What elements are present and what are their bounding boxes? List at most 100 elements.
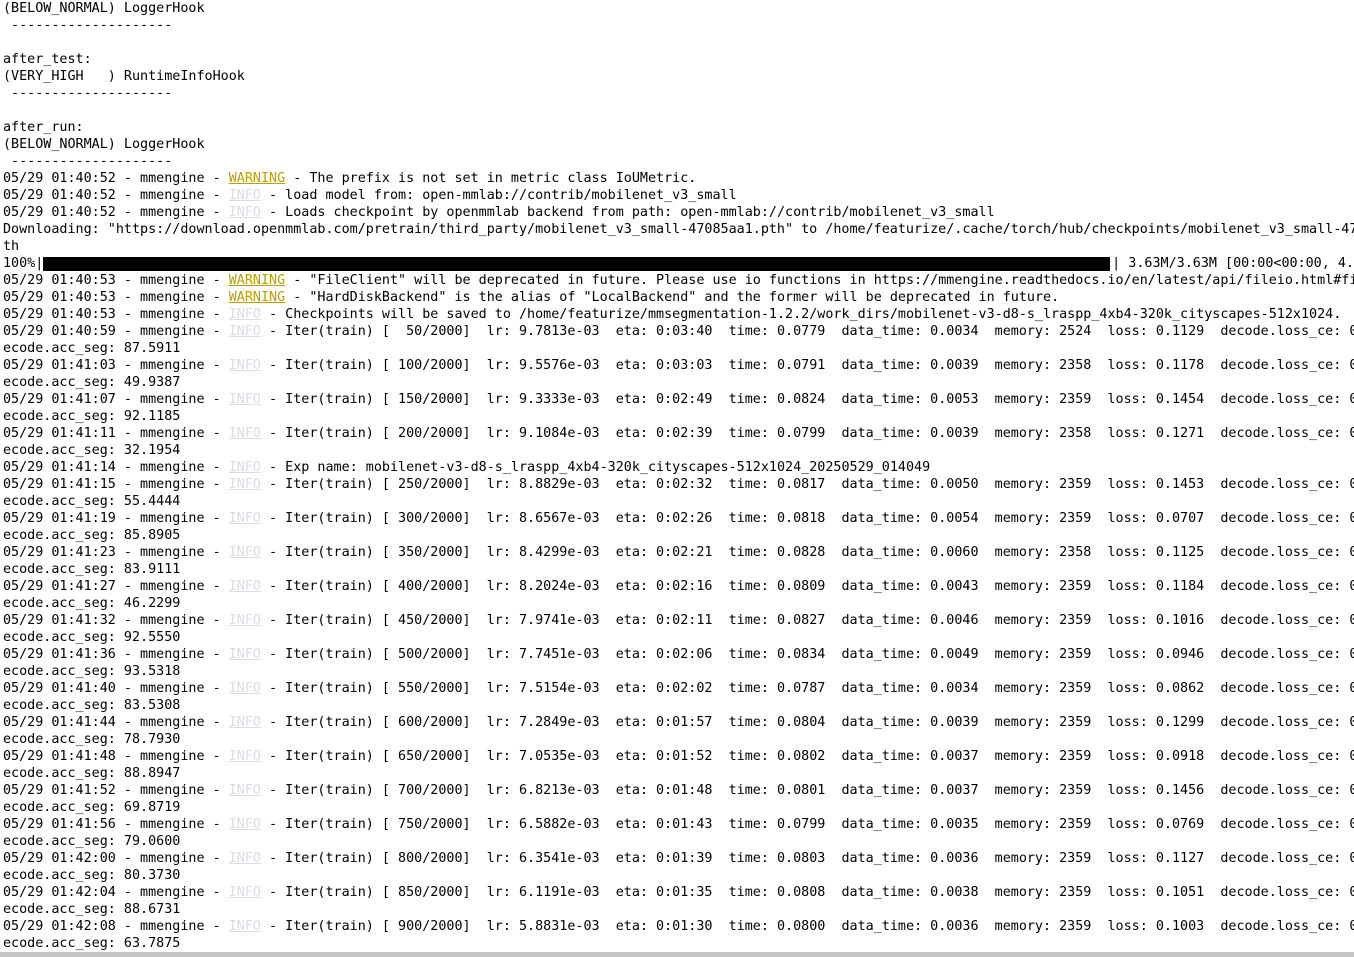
iter-log-line: 05/29 01:41:07 - mmengine - INFO - Iter(… <box>3 391 1354 408</box>
log-level-info: INFO <box>228 545 261 560</box>
download-progress: 100%| | 3.63M/3.63M [00:00<00:00, 4. <box>3 255 1354 272</box>
acc-seg-value: ecode.acc_seg: 92.5550 <box>3 630 181 645</box>
log-level-info: INFO <box>228 919 261 934</box>
iter-metrics: - Iter(train) [ 50/2000] lr: 9.7813e-03 … <box>261 324 1354 339</box>
acc-seg-line: ecode.acc_seg: 92.1185 <box>3 408 1354 425</box>
iter-metrics: - Iter(train) [ 850/2000] lr: 6.1191e-03… <box>261 885 1354 900</box>
acc-seg-line: ecode.acc_seg: 80.3730 <box>3 867 1354 884</box>
pre-download-logs: 05/29 01:40:52 - mmengine - WARNING - Th… <box>3 170 1354 221</box>
log-source: - mmengine - <box>115 307 229 322</box>
acc-seg-value: ecode.acc_seg: 88.6731 <box>3 902 181 917</box>
acc-seg-value: ecode.acc_seg: 87.5911 <box>3 341 181 356</box>
log-timestamp: 05/29 01:41:27 <box>3 579 116 594</box>
log-source: - mmengine - <box>115 817 229 832</box>
post-download-logs: 05/29 01:40:53 - mmengine - WARNING - "F… <box>3 272 1354 323</box>
log-timestamp: 05/29 01:40:53 <box>3 290 116 305</box>
log-line: 05/29 01:41:14 - mmengine - INFO - Exp n… <box>3 459 1354 476</box>
terminal-output[interactable]: (BELOW_NORMAL) LoggerHook --------------… <box>0 0 1354 952</box>
log-level-info: INFO <box>228 188 261 203</box>
iter-log-line: 05/29 01:41:52 - mmengine - INFO - Iter(… <box>3 782 1354 799</box>
log-source: - mmengine - <box>115 171 229 186</box>
log-line: 05/29 01:40:53 - mmengine - WARNING - "H… <box>3 289 1354 306</box>
log-source: - mmengine - <box>115 358 229 373</box>
log-timestamp: 05/29 01:41:36 <box>3 647 116 662</box>
log-timestamp: 05/29 01:41:32 <box>3 613 116 628</box>
log-source: - mmengine - <box>115 324 229 339</box>
acc-seg-value: ecode.acc_seg: 49.9387 <box>3 375 181 390</box>
log-level-warning: WARNING <box>228 171 286 186</box>
acc-seg-line: ecode.acc_seg: 79.0600 <box>3 833 1354 850</box>
log-timestamp: 05/29 01:40:53 <box>3 273 116 288</box>
log-message: - "FileClient" will be deprecated in fut… <box>285 273 1354 288</box>
log-source: - mmengine - <box>115 290 229 305</box>
acc-seg-value: ecode.acc_seg: 46.2299 <box>3 596 181 611</box>
progress-bar <box>43 256 1111 271</box>
iter-log-line: 05/29 01:41:15 - mmengine - INFO - Iter(… <box>3 476 1354 493</box>
log-source: - mmengine - <box>115 749 229 764</box>
acc-seg-line: ecode.acc_seg: 49.9387 <box>3 374 1354 391</box>
iter-log-line: 05/29 01:41:36 - mmengine - INFO - Iter(… <box>3 646 1354 663</box>
log-level-info: INFO <box>228 307 261 322</box>
log-timestamp: 05/29 01:41:11 <box>3 426 116 441</box>
log-line: 05/29 01:40:52 - mmengine - WARNING - Th… <box>3 170 1354 187</box>
terminal-line: after_test: <box>3 52 92 67</box>
log-timestamp: 05/29 01:41:48 <box>3 749 116 764</box>
log-level-info: INFO <box>228 579 261 594</box>
iter-metrics: - Iter(train) [ 450/2000] lr: 7.9741e-03… <box>261 613 1354 628</box>
acc-seg-value: ecode.acc_seg: 83.5308 <box>3 698 181 713</box>
log-timestamp: 05/29 01:40:52 <box>3 188 116 203</box>
terminal-line: (VERY_HIGH ) RuntimeInfoHook <box>3 69 245 84</box>
log-level-info: INFO <box>228 511 261 526</box>
horizontal-scrollbar[interactable] <box>0 952 1354 957</box>
log-source: - mmengine - <box>115 715 229 730</box>
log-timestamp: 05/29 01:42:00 <box>3 851 116 866</box>
download-line: Downloading: "https://download.openmmlab… <box>3 222 1354 237</box>
terminal-line: (BELOW_NORMAL) LoggerHook <box>3 137 205 152</box>
log-source: - mmengine - <box>115 273 229 288</box>
log-source: - mmengine - <box>115 392 229 407</box>
acc-seg-line: ecode.acc_seg: 46.2299 <box>3 595 1354 612</box>
log-source: - mmengine - <box>115 477 229 492</box>
iter-metrics: - Iter(train) [ 750/2000] lr: 6.5882e-03… <box>261 817 1354 832</box>
acc-seg-line: ecode.acc_seg: 88.6731 <box>3 901 1354 918</box>
log-level-info: INFO <box>228 477 261 492</box>
log-source: - mmengine - <box>115 460 229 475</box>
log-source: - mmengine - <box>115 188 229 203</box>
log-line: 05/29 01:40:52 - mmengine - INFO - Loads… <box>3 204 1354 221</box>
iter-metrics: - Iter(train) [ 300/2000] lr: 8.6567e-03… <box>261 511 1354 526</box>
log-line: 05/29 01:40:53 - mmengine - INFO - Check… <box>3 306 1354 323</box>
acc-seg-value: ecode.acc_seg: 83.9111 <box>3 562 181 577</box>
iter-metrics: - Iter(train) [ 200/2000] lr: 9.1084e-03… <box>261 426 1354 441</box>
iter-metrics: - Iter(train) [ 400/2000] lr: 8.2024e-03… <box>261 579 1354 594</box>
log-source: - mmengine - <box>115 613 229 628</box>
log-source: - mmengine - <box>115 885 229 900</box>
log-timestamp: 05/29 01:41:52 <box>3 783 116 798</box>
log-level-info: INFO <box>228 324 261 339</box>
download-line-wrap: th <box>3 239 20 254</box>
log-timestamp: 05/29 01:40:52 <box>3 205 116 220</box>
log-line: 05/29 01:40:52 - mmengine - INFO - load … <box>3 187 1354 204</box>
log-source: - mmengine - <box>115 545 229 560</box>
log-timestamp: 05/29 01:41:44 <box>3 715 116 730</box>
log-timestamp: 05/29 01:41:15 <box>3 477 116 492</box>
iter-metrics: - Iter(train) [ 650/2000] lr: 7.0535e-03… <box>261 749 1354 764</box>
log-source: - mmengine - <box>115 426 229 441</box>
acc-seg-value: ecode.acc_seg: 93.5318 <box>3 664 181 679</box>
acc-seg-line: ecode.acc_seg: 88.8947 <box>3 765 1354 782</box>
iter-metrics: - Iter(train) [ 700/2000] lr: 6.8213e-03… <box>261 783 1354 798</box>
acc-seg-line: ecode.acc_seg: 93.5318 <box>3 663 1354 680</box>
acc-seg-value: ecode.acc_seg: 92.1185 <box>3 409 181 424</box>
log-timestamp: 05/29 01:40:59 <box>3 324 116 339</box>
log-timestamp: 05/29 01:40:52 <box>3 171 116 186</box>
iter-metrics: - Iter(train) [ 350/2000] lr: 8.4299e-03… <box>261 545 1354 560</box>
acc-seg-line: ecode.acc_seg: 85.8905 <box>3 527 1354 544</box>
log-level-info: INFO <box>228 426 261 441</box>
iter-log-line: 05/29 01:41:32 - mmengine - INFO - Iter(… <box>3 612 1354 629</box>
log-source: - mmengine - <box>115 647 229 662</box>
log-source: - mmengine - <box>115 511 229 526</box>
iter-log-line: 05/29 01:41:40 - mmengine - INFO - Iter(… <box>3 680 1354 697</box>
progress-stats: | 3.63M/3.63M [00:00<00:00, 4. <box>1112 256 1354 271</box>
log-level-info: INFO <box>228 681 261 696</box>
log-level-info: INFO <box>228 647 261 662</box>
